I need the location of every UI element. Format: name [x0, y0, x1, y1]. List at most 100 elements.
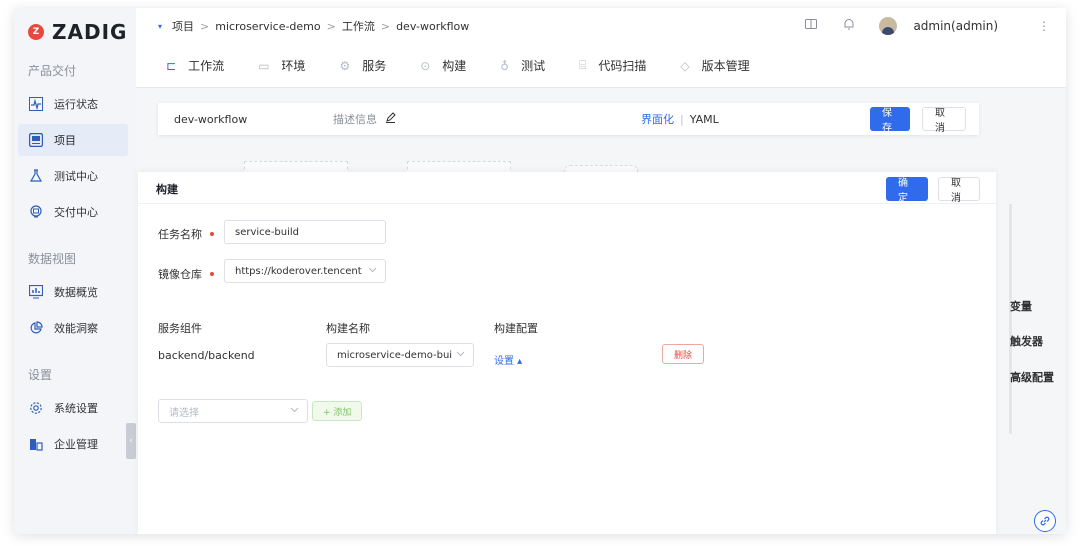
- version-icon: ◇: [680, 58, 690, 73]
- chevron-down-icon: [368, 265, 377, 277]
- column-header-component: 服务组件: [158, 322, 202, 335]
- required-dot: [210, 272, 214, 276]
- right-menu-variables[interactable]: 变量: [1010, 298, 1032, 314]
- edit-pencil-icon[interactable]: [385, 112, 396, 126]
- mode-yaml-toggle[interactable]: YAML: [690, 113, 719, 126]
- mode-switch: 界面化 | YAML: [641, 111, 719, 127]
- registry-value: https://koderover.tencent: [235, 265, 362, 277]
- tab-workflow[interactable]: ⊏ 工作流: [166, 44, 224, 88]
- gear-icon: [28, 400, 44, 416]
- registry-select[interactable]: https://koderover.tencent: [224, 259, 386, 283]
- cancel-button[interactable]: 取消: [938, 177, 980, 204]
- panel-title: 构建: [156, 183, 178, 196]
- right-menu-triggers[interactable]: 触发器: [1010, 333, 1043, 349]
- save-button[interactable]: 保存: [870, 107, 910, 134]
- sidebar-item-system-settings[interactable]: 系统设置: [18, 392, 128, 424]
- sidebar-item-insight[interactable]: 效能洞察: [18, 312, 128, 344]
- service-select[interactable]: 请选择: [158, 399, 308, 423]
- sidebar-item-status[interactable]: 运行状态: [18, 88, 128, 120]
- test-icon: ♁: [500, 58, 510, 73]
- build-name-select[interactable]: microservice-demo-bui: [326, 343, 474, 367]
- tab-environment[interactable]: ▭ 环境: [258, 44, 305, 88]
- chevron-down-icon[interactable]: ▾: [158, 22, 162, 31]
- tab-label: 环境: [281, 59, 306, 73]
- monitor-chart-icon: [28, 284, 44, 300]
- sidebar-item-label: 运行状态: [54, 98, 98, 111]
- breadcrumb-item-project[interactable]: microservice-demo: [215, 20, 320, 33]
- build-panel: 构建 确定 取消 任务名称 service-build 镜像仓库 https:/…: [138, 172, 1012, 534]
- sidebar-item-enterprise[interactable]: 企业管理: [18, 428, 128, 460]
- add-button[interactable]: + 添加: [312, 401, 363, 421]
- logo-text: ZADIG: [52, 20, 128, 44]
- sidebar-item-test-center[interactable]: 测试中心: [18, 160, 128, 192]
- breadcrumb-item-projects[interactable]: 项目: [172, 18, 194, 34]
- user-name[interactable]: admin(admin): [913, 19, 998, 33]
- mode-separator: |: [680, 112, 684, 126]
- pie-chart-icon: [28, 320, 44, 336]
- required-dot: [210, 232, 214, 236]
- breadcrumb-item-workflows[interactable]: 工作流: [342, 18, 375, 34]
- tab-code-scan[interactable]: ⌸ 代码扫描: [579, 44, 646, 88]
- logo-mark: Z: [28, 24, 44, 40]
- workflow-description[interactable]: 描述信息: [333, 111, 396, 127]
- workflow-name: dev-workflow: [174, 112, 248, 126]
- sidebar-collapse-handle[interactable]: ‹: [126, 423, 136, 459]
- breadcrumb-item-current: dev-workflow: [396, 19, 470, 33]
- breadcrumb-separator: >: [200, 19, 210, 33]
- project-tabs: ⊏ 工作流 ▭ 环境 ⚙ 服务 ⊙ 构建 ♁ 测试 ⌸ 代码扫描 ◇ 版本管理: [136, 44, 1066, 88]
- build-config-toggle[interactable]: 设置 ▴: [494, 352, 522, 367]
- project-icon: [28, 132, 44, 148]
- description-label: 描述信息: [333, 113, 377, 126]
- registry-label: 镜像仓库: [158, 266, 214, 282]
- tab-test[interactable]: ♁ 测试: [500, 44, 545, 88]
- delete-button[interactable]: 删除: [662, 344, 704, 364]
- tab-version[interactable]: ◇ 版本管理: [680, 44, 749, 88]
- tab-service[interactable]: ⚙ 服务: [339, 44, 386, 88]
- chevron-down-icon: [456, 349, 465, 361]
- sidebar-item-label: 系统设置: [54, 402, 98, 415]
- sidebar-item-label: 测试中心: [54, 170, 98, 183]
- delivery-icon: [28, 204, 44, 220]
- confirm-button[interactable]: 确定: [886, 177, 928, 204]
- tab-build[interactable]: ⊙ 构建: [420, 44, 466, 88]
- more-icon[interactable]: ⋮: [1038, 19, 1050, 33]
- sidebar-item-delivery-center[interactable]: 交付中心: [18, 196, 128, 228]
- tab-label: 测试: [521, 59, 546, 73]
- logo[interactable]: Z ZADIG: [28, 20, 127, 44]
- tab-label: 代码扫描: [598, 59, 647, 73]
- book-icon[interactable]: [801, 18, 821, 34]
- bell-icon[interactable]: [839, 18, 859, 34]
- chevron-down-icon: [290, 405, 299, 417]
- panel-scrollbar[interactable]: [1009, 204, 1012, 434]
- select-placeholder: 请选择: [169, 407, 199, 419]
- build-name-value: microservice-demo-bui: [337, 349, 453, 361]
- tab-label: 构建: [442, 59, 467, 73]
- sidebar-item-label: 交付中心: [54, 206, 98, 219]
- workflow-bar: dev-workflow 描述信息 界面化 | YAML 保存 取消: [158, 103, 979, 135]
- tab-label: 版本管理: [701, 59, 750, 73]
- sidebar-item-project[interactable]: 项目: [18, 124, 128, 156]
- label-text: 镜像仓库: [158, 268, 202, 281]
- breadcrumb-separator: >: [380, 19, 391, 33]
- right-menu-advanced[interactable]: 高级配置: [1010, 369, 1054, 385]
- sidebar-item-label: 项目: [54, 134, 76, 147]
- sidebar-item-label: 数据概览: [54, 286, 98, 299]
- section-title-data-view: 数据视图: [28, 252, 77, 266]
- build-panel-header: 构建 确定 取消: [138, 172, 996, 204]
- header-actions: admin(admin) ⋮: [801, 8, 1066, 44]
- link-icon[interactable]: [1034, 510, 1056, 532]
- scan-icon: ⌸: [579, 58, 587, 72]
- building-icon: [28, 436, 44, 452]
- cancel-button[interactable]: 取消: [922, 107, 966, 134]
- avatar[interactable]: [879, 17, 898, 35]
- section-title-delivery: 产品交付: [28, 64, 77, 78]
- workflow-icon: ⊏: [166, 58, 177, 73]
- sidebar-item-data-overview[interactable]: 数据概览: [18, 276, 128, 308]
- environment-icon: ▭: [258, 58, 270, 73]
- label-text: 任务名称: [158, 228, 202, 241]
- service-component-cell: backend/backend: [158, 349, 255, 362]
- tab-label: 服务: [362, 59, 387, 73]
- task-name-input[interactable]: service-build: [224, 220, 386, 244]
- mode-ui-toggle[interactable]: 界面化: [641, 111, 674, 127]
- sidebar: Z ZADIG 产品交付 运行状态 项目 测试中心 交付中心 数据视图 数据概览…: [14, 8, 136, 534]
